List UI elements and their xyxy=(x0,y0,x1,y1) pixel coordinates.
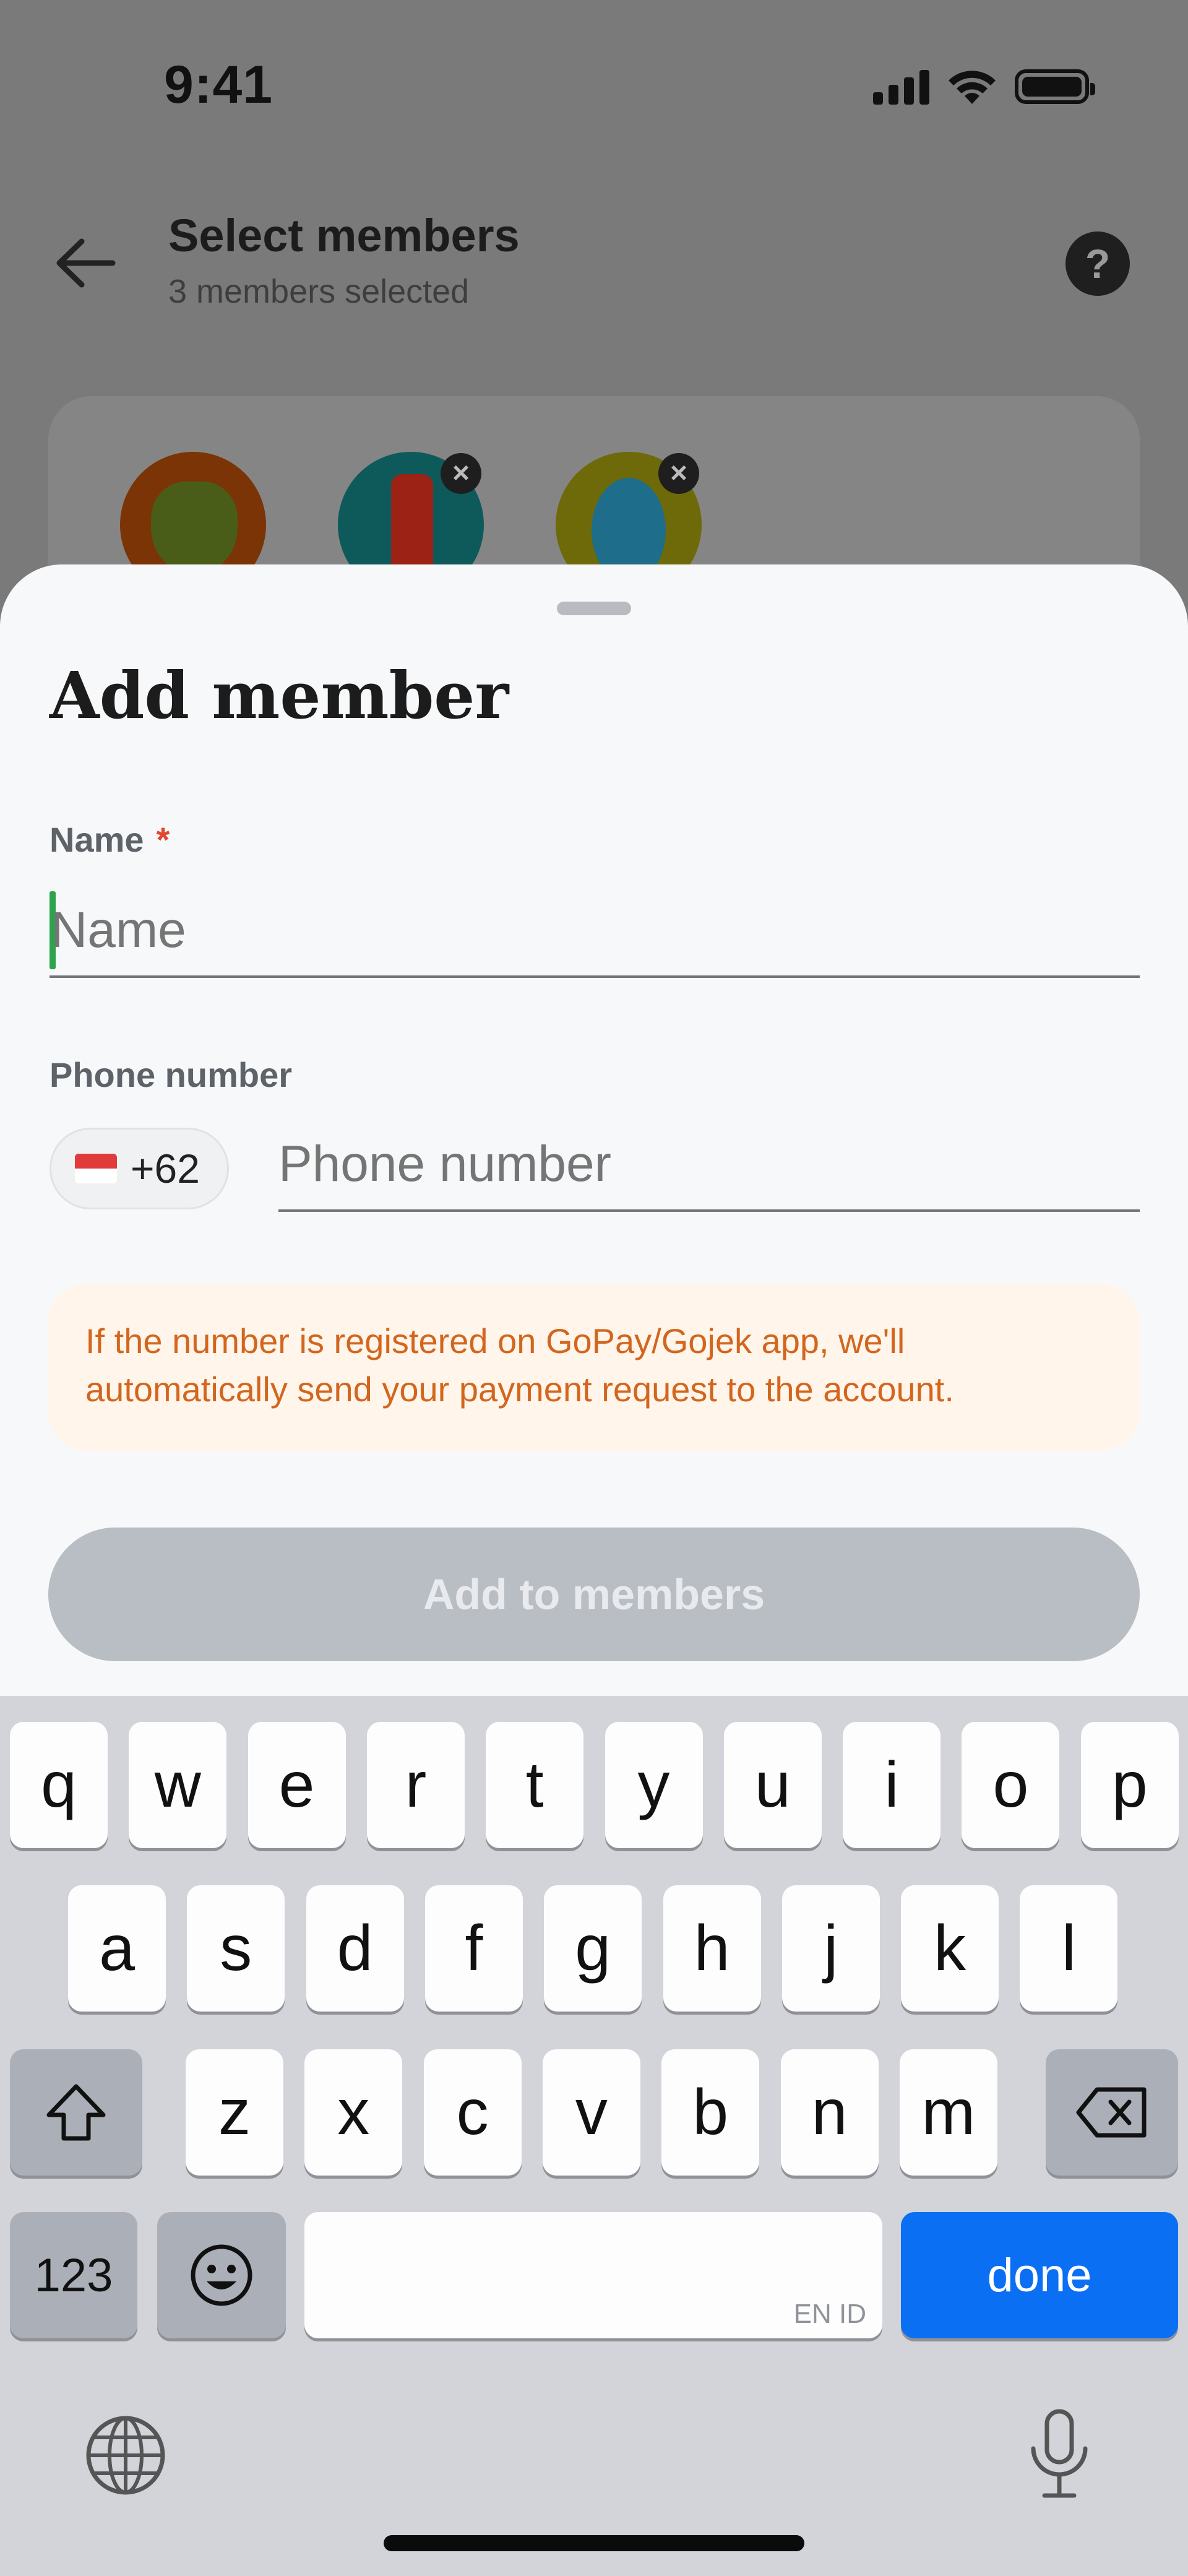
status-icons xyxy=(873,68,1095,105)
status-bar: 9:41 xyxy=(0,0,1188,173)
key-m[interactable]: m xyxy=(899,2049,997,2176)
shift-key[interactable] xyxy=(10,2049,142,2176)
name-underline xyxy=(50,975,1140,978)
key-k[interactable]: k xyxy=(901,1885,999,2012)
back-arrow-icon[interactable] xyxy=(51,235,119,291)
sheet-title: Add member xyxy=(50,657,509,733)
info-note: If the number is registered on GoPay/Goj… xyxy=(48,1284,1140,1451)
backspace-icon xyxy=(1076,2087,1147,2138)
key-r[interactable]: r xyxy=(366,1722,465,1848)
key-c[interactable]: c xyxy=(423,2049,522,2176)
globe-icon[interactable] xyxy=(84,2414,167,2497)
numbers-key[interactable]: 123 xyxy=(10,2212,137,2338)
space-key[interactable]: EN ID xyxy=(304,2212,882,2338)
status-time: 9:41 xyxy=(164,55,273,115)
key-p[interactable]: p xyxy=(1080,1722,1179,1848)
microphone-icon[interactable] xyxy=(1026,2408,1093,2500)
key-t[interactable]: t xyxy=(486,1722,584,1848)
page-title: Select members xyxy=(168,210,520,261)
home-indicator[interactable] xyxy=(384,2535,804,2551)
screen: 9:41 Select members 3 members selected ?… xyxy=(0,0,1188,2576)
key-z[interactable]: z xyxy=(186,2049,283,2176)
wifi-icon xyxy=(949,71,996,104)
key-i[interactable]: i xyxy=(843,1722,941,1848)
phone-label: Phone number xyxy=(50,1055,293,1094)
key-n[interactable]: n xyxy=(780,2049,879,2176)
remove-member-icon[interactable]: × xyxy=(441,453,481,494)
name-label: Name * xyxy=(50,820,170,859)
key-d[interactable]: d xyxy=(306,1885,404,2012)
add-member-sheet: Add member Name* Phone number +62 If the… xyxy=(0,564,1188,1701)
name-input[interactable] xyxy=(51,891,1090,969)
key-l[interactable]: l xyxy=(1020,1885,1118,2012)
key-o[interactable]: o xyxy=(962,1722,1060,1848)
cellular-signal-icon xyxy=(873,69,929,105)
key-g[interactable]: g xyxy=(544,1885,642,2012)
done-key[interactable]: done xyxy=(901,2212,1178,2338)
emoji-icon xyxy=(191,2244,252,2306)
key-a[interactable]: a xyxy=(68,1885,166,2012)
battery-icon xyxy=(1015,69,1095,104)
page-subtitle: 3 members selected xyxy=(168,273,470,310)
key-e[interactable]: e xyxy=(248,1722,346,1848)
key-w[interactable]: w xyxy=(129,1722,227,1848)
key-s[interactable]: s xyxy=(187,1885,285,2012)
key-v[interactable]: v xyxy=(542,2049,640,2176)
country-code: +62 xyxy=(131,1146,200,1191)
keyboard: qwertyuiop asdfghjkl zxcvbnm 123 EN ID d… xyxy=(0,1696,1188,2576)
key-h[interactable]: h xyxy=(663,1885,761,2012)
phone-underline xyxy=(278,1209,1140,1212)
key-j[interactable]: j xyxy=(781,1885,880,2012)
key-u[interactable]: u xyxy=(723,1722,822,1848)
emoji-key[interactable] xyxy=(157,2212,286,2338)
key-x[interactable]: x xyxy=(304,2049,403,2176)
help-icon[interactable]: ? xyxy=(1065,231,1130,296)
delete-key[interactable] xyxy=(1046,2049,1178,2176)
country-code-selector[interactable]: +62 xyxy=(50,1128,229,1209)
key-b[interactable]: b xyxy=(661,2049,760,2176)
phone-input[interactable] xyxy=(278,1125,1138,1203)
language-tag: EN ID xyxy=(793,2299,866,2329)
sheet-grabber[interactable] xyxy=(557,602,631,615)
required-marker: * xyxy=(156,820,170,859)
remove-member-icon[interactable]: × xyxy=(658,453,699,494)
indonesia-flag-icon xyxy=(75,1154,117,1183)
key-q[interactable]: q xyxy=(10,1722,108,1848)
key-f[interactable]: f xyxy=(424,1885,523,2012)
shift-arrow-icon xyxy=(46,2084,106,2141)
key-y[interactable]: y xyxy=(605,1722,703,1848)
add-to-members-button[interactable]: Add to members xyxy=(48,1528,1140,1661)
